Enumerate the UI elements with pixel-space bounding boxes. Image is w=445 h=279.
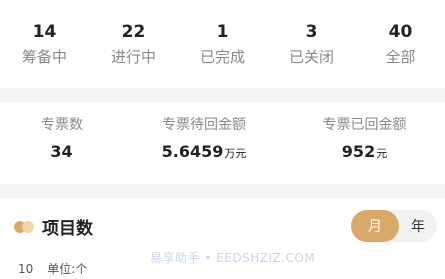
status-in-progress[interactable]: 22 进行中 [89, 22, 178, 66]
status-count: 3 [305, 22, 318, 42]
double-dot-icon [14, 220, 36, 233]
period-toggle[interactable]: 月 年 [351, 210, 437, 242]
status-label: 全部 [385, 48, 416, 66]
status-label: 筹备中 [21, 48, 67, 66]
status-label: 进行中 [110, 48, 156, 66]
invoice-pending-amount[interactable]: 专票待回金额 5.6459 万元 [124, 117, 284, 184]
status-count: 22 [121, 22, 146, 42]
status-count: 1 [216, 22, 229, 42]
invoice-value: 34 [50, 142, 73, 161]
toggle-year-button[interactable]: 年 [399, 210, 437, 242]
status-closed[interactable]: 3 已关闭 [267, 22, 356, 66]
status-count: 40 [388, 22, 413, 42]
page: 14 筹备中 22 进行中 1 已完成 3 已关闭 40 全部 专票数 34 专… [0, 0, 445, 279]
invoice-value-row: 5.6459 万元 [162, 142, 247, 162]
invoice-label: 专票数 [41, 117, 83, 133]
watermark: 易享助手 • EEDSHZIZ.COM [150, 251, 316, 265]
status-count: 14 [32, 22, 57, 42]
y-axis-tick: 10 [18, 261, 34, 276]
invoice-label: 专票待回金额 [162, 117, 246, 133]
invoice-returned-amount[interactable]: 专票已回金额 952 元 [284, 117, 445, 184]
status-label: 已完成 [199, 48, 245, 66]
status-all[interactable]: 40 全部 [356, 22, 445, 66]
project-chart-card: 项目数 月 年 易享助手 • EEDSHZIZ.COM 10 单位:个 [0, 198, 445, 279]
status-preparing[interactable]: 14 筹备中 [0, 22, 89, 66]
invoice-value-row: 34 [50, 142, 73, 162]
invoice-unit: 元 [376, 147, 388, 160]
y-axis-unit-label: 单位:个 [47, 262, 88, 276]
invoice-value-row: 952 元 [342, 142, 387, 162]
project-chart-title: 项目数 [42, 219, 93, 239]
toggle-month-button[interactable]: 月 [351, 210, 399, 242]
chart-axis-row: 10 单位:个 [18, 260, 87, 277]
invoice-label: 专票已回金额 [322, 117, 407, 133]
invoice-value: 5.6459 [161, 142, 224, 161]
status-summary-card: 14 筹备中 22 进行中 1 已完成 3 已关闭 40 全部 [0, 0, 445, 88]
invoice-unit: 万元 [224, 147, 247, 160]
project-chart-header: 项目数 [14, 214, 93, 239]
status-label: 已关闭 [288, 48, 334, 66]
status-completed[interactable]: 1 已完成 [178, 22, 267, 66]
invoice-value: 952 [341, 142, 376, 161]
invoice-summary-card: 专票数 34 专票待回金额 5.6459 万元 专票已回金额 952 元 [0, 102, 445, 184]
invoice-count[interactable]: 专票数 34 [0, 117, 124, 184]
